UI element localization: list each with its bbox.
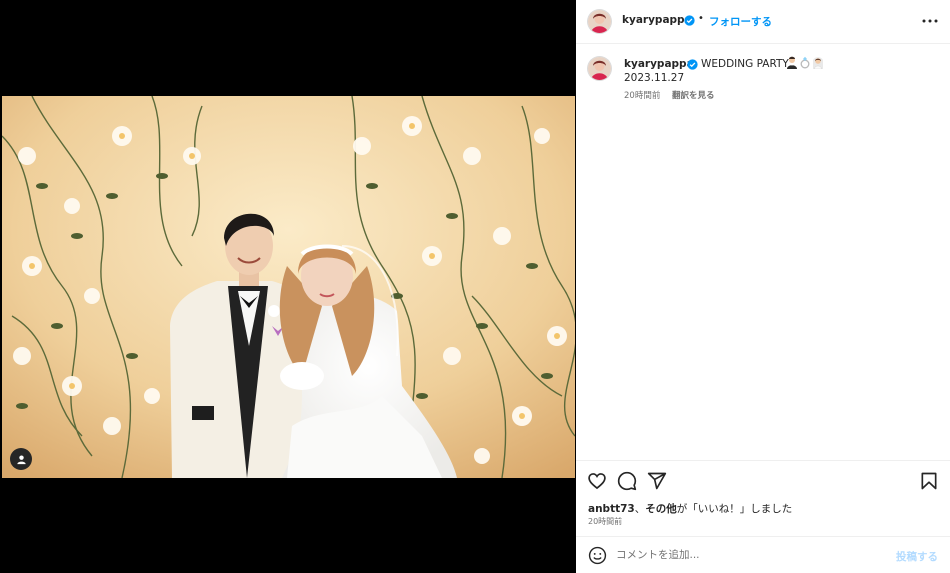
likes-summary: anbtt73、その他が「いいね！」しました <box>588 501 792 516</box>
username[interactable]: kyarypappa <box>622 14 692 26</box>
comment-input[interactable] <box>616 545 886 565</box>
likes-separator: 、 <box>634 503 646 515</box>
comment-icon[interactable] <box>617 471 637 491</box>
wedding-photo[interactable] <box>2 96 575 478</box>
tagged-users-button[interactable] <box>10 448 32 470</box>
caption-date: 2023.11.27 <box>624 72 685 84</box>
others-link[interactable]: その他 <box>645 503 677 515</box>
share-icon[interactable] <box>647 471 667 491</box>
liker-username[interactable]: anbtt73 <box>588 503 635 515</box>
groom-emoji-icon <box>787 56 797 69</box>
verified-badge-icon <box>687 59 698 70</box>
see-translation-link[interactable]: 翻訳を見る <box>672 89 715 101</box>
comment-bar: 投稿する <box>576 536 950 573</box>
post-comment-button[interactable]: 投稿する <box>896 549 938 564</box>
separator-dot: • <box>698 13 704 24</box>
verified-badge-icon <box>684 15 695 26</box>
bride-emoji-icon <box>813 57 823 69</box>
post-timestamp: 20時間前 <box>588 517 623 526</box>
heart-icon[interactable] <box>587 471 607 491</box>
emoji-smiley-icon[interactable] <box>588 546 607 565</box>
follow-button[interactable]: フォローする <box>709 14 772 29</box>
post-side-panel: kyarypappa • フォローする kyarypappa WEDDING P… <box>576 0 950 573</box>
post-actions-bar <box>576 460 950 498</box>
bookmark-icon[interactable] <box>919 471 939 491</box>
caption-username[interactable]: kyarypappa <box>624 58 694 70</box>
more-horizontal-icon[interactable] <box>921 14 939 28</box>
avatar[interactable] <box>588 10 611 33</box>
caption-text: WEDDING PARTY <box>701 58 789 70</box>
likes-text: が「いいね！」しました <box>676 503 793 515</box>
post-media[interactable] <box>0 0 576 573</box>
user-icon <box>16 454 26 464</box>
ring-emoji-icon <box>800 56 810 69</box>
caption-time-ago: 20時間前 <box>624 91 661 101</box>
post-header: kyarypappa • フォローする <box>576 0 950 44</box>
caption-avatar[interactable] <box>588 57 611 80</box>
